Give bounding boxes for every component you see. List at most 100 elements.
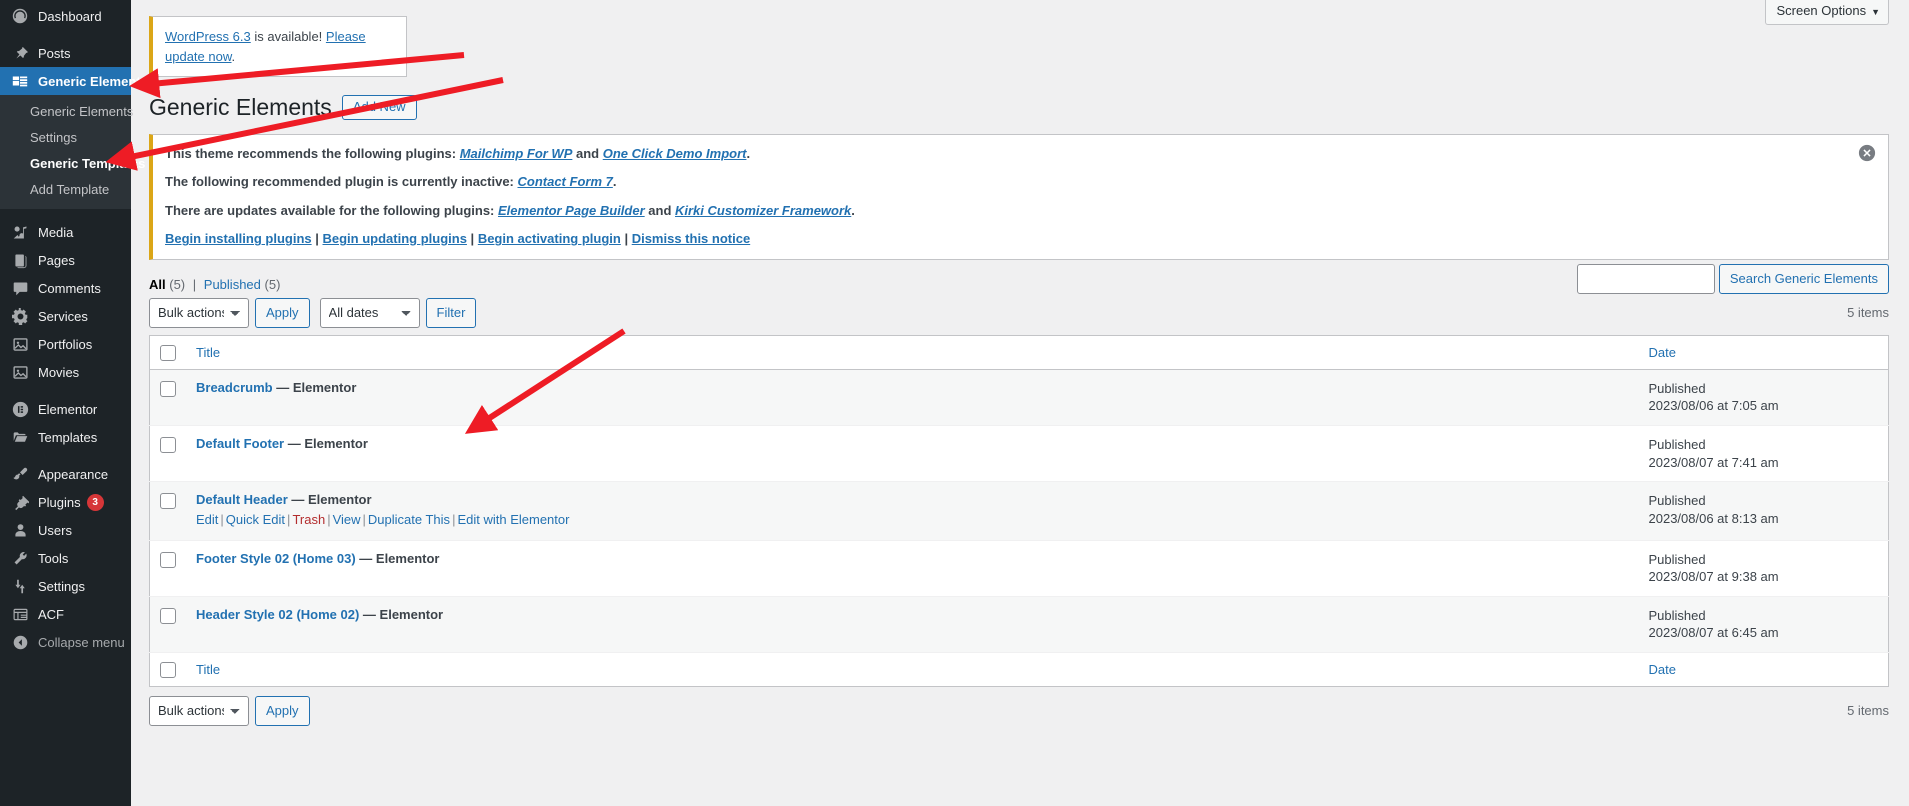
- tgmpa-line3-suffix: .: [851, 202, 855, 218]
- row-action-edit-with-elementor[interactable]: Edit with Elementor: [457, 512, 569, 527]
- row-select-checkbox[interactable]: [160, 436, 176, 453]
- admin-sidebar-menu: Dashboard Posts Generic Elements Generic…: [0, 0, 148, 806]
- update-notice-middle-text: is available!: [250, 29, 326, 44]
- view-published-link[interactable]: Published: [204, 277, 261, 292]
- row-date-cell: Published 2023/08/07 at 9:38 am: [1638, 540, 1889, 597]
- submenu-item-generic-elements[interactable]: Generic Elements: [0, 99, 134, 125]
- select-all-header: [149, 335, 186, 370]
- screen-options-wrap: Screen Options ▼: [1765, 0, 1889, 25]
- sidebar-item-pages[interactable]: Pages: [0, 246, 131, 274]
- gear-icon: [10, 306, 30, 326]
- sidebar-item-users[interactable]: Users: [0, 516, 131, 544]
- search-submit-button[interactable]: Search Generic Elements: [1718, 263, 1889, 294]
- update-notice-trailing: .: [231, 48, 236, 64]
- select-all-checkbox-top[interactable]: [160, 344, 176, 361]
- sidebar-item-templates[interactable]: Templates: [0, 423, 131, 451]
- bulk-actions-select-bottom[interactable]: Bulk actions: [149, 695, 249, 726]
- sidebar-separator: [0, 30, 131, 39]
- row-title-link[interactable]: Breadcrumb: [196, 380, 273, 395]
- row-action-trash[interactable]: Trash: [292, 512, 325, 527]
- sidebar-item-plugins[interactable]: Plugins 3: [0, 488, 131, 516]
- action-separator: |: [311, 231, 323, 247]
- sidebar-item-acf[interactable]: ACF: [0, 600, 131, 628]
- begin-activating-plugin-link[interactable]: Begin activating plugin: [478, 231, 621, 246]
- row-title-link[interactable]: Default Footer: [196, 436, 284, 451]
- sidebar-item-appearance[interactable]: Appearance: [0, 460, 131, 488]
- select-all-checkbox-bottom[interactable]: [160, 661, 176, 678]
- column-header-date-label: Date: [1648, 344, 1676, 360]
- column-footer-title[interactable]: Title: [186, 651, 1639, 687]
- bulk-actions-select-top[interactable]: Bulk actions: [149, 297, 249, 328]
- dismiss-this-notice-link[interactable]: Dismiss this notice: [632, 231, 750, 246]
- row-select-checkbox[interactable]: [160, 551, 176, 568]
- search-input[interactable]: [1576, 263, 1715, 294]
- submenu-label: Generic Elements: [30, 104, 134, 119]
- sidebar-item-media[interactable]: Media: [0, 218, 131, 246]
- submenu-item-settings[interactable]: Settings: [0, 125, 131, 151]
- row-date-status: Published: [1648, 551, 1706, 567]
- row-select-checkbox[interactable]: [160, 493, 176, 510]
- close-icon[interactable]: [1858, 144, 1878, 164]
- dashboard-icon: [10, 6, 30, 26]
- row-date-cell: Published 2023/08/07 at 7:41 am: [1638, 425, 1889, 483]
- row-select-checkbox[interactable]: [160, 607, 176, 624]
- admin-main-content: Screen Options ▼ WordPress 6.3 is availab…: [131, 0, 1909, 806]
- sidebar-item-label: Settings: [38, 578, 85, 594]
- filter-button[interactable]: Filter: [425, 297, 477, 328]
- view-all-link[interactable]: All: [149, 277, 166, 292]
- sidebar-separator: [0, 386, 131, 395]
- row-title-link[interactable]: Footer Style 02 (Home 03): [196, 551, 356, 566]
- row-action-quick-edit[interactable]: Quick Edit: [226, 512, 285, 527]
- sidebar-item-comments[interactable]: Comments: [0, 274, 131, 302]
- sidebar-item-label: Comments: [38, 280, 101, 296]
- sidebar-separator: [0, 209, 131, 218]
- apply-button-bottom[interactable]: Apply: [255, 695, 310, 726]
- sidebar-item-portfolios[interactable]: Portfolios: [0, 330, 131, 358]
- apply-button-top[interactable]: Apply: [255, 297, 310, 328]
- row-checkbox-cell: [149, 481, 186, 541]
- column-footer-date[interactable]: Date: [1638, 651, 1889, 687]
- sidebar-item-movies[interactable]: Movies: [0, 358, 131, 386]
- table-row: Breadcrumb — Elementor Published 2023/08…: [149, 369, 1889, 426]
- row-action-edit[interactable]: Edit: [196, 512, 218, 527]
- elementor-page-builder-link[interactable]: Elementor Page Builder: [498, 203, 645, 218]
- sidebar-item-label: Posts: [38, 45, 71, 61]
- column-header-title[interactable]: Title: [186, 335, 1639, 370]
- sidebar-item-posts[interactable]: Posts: [0, 39, 131, 67]
- row-action-view[interactable]: View: [333, 512, 361, 527]
- screen-options-button[interactable]: Screen Options ▼: [1765, 0, 1889, 25]
- column-header-date[interactable]: Date: [1638, 335, 1889, 370]
- sidebar-item-tools[interactable]: Tools: [0, 544, 131, 572]
- generic-elements-submenu: Generic Elements Settings Generic Templa…: [0, 95, 145, 209]
- sidebar-item-services[interactable]: Services: [0, 302, 131, 330]
- submenu-item-generic-templates[interactable]: Generic Templates: [0, 151, 145, 177]
- screen-options-label: Screen Options: [1776, 3, 1867, 18]
- tgmpa-line1-mid: and: [572, 145, 603, 161]
- add-new-button[interactable]: Add New: [341, 95, 417, 121]
- sidebar-item-generic-elements[interactable]: Generic Elements: [0, 67, 148, 95]
- begin-updating-plugins-link[interactable]: Begin updating plugins: [323, 231, 467, 246]
- row-post-state: — Elementor: [287, 435, 368, 451]
- collapse-menu-button[interactable]: Collapse menu: [0, 628, 131, 656]
- comments-icon: [10, 278, 30, 298]
- row-title-link[interactable]: Default Header: [196, 492, 288, 507]
- tgmpa-line3-prefix: There are updates available for the foll…: [165, 202, 498, 218]
- sidebar-item-elementor[interactable]: Elementor: [0, 395, 131, 423]
- row-title-link[interactable]: Header Style 02 (Home 02): [196, 607, 359, 622]
- sidebar-item-dashboard[interactable]: Dashboard: [0, 2, 131, 30]
- date-filter-select[interactable]: All dates: [319, 297, 420, 328]
- submenu-item-add-template[interactable]: Add Template: [0, 177, 131, 203]
- kirki-customizer-framework-link[interactable]: Kirki Customizer Framework: [675, 203, 851, 218]
- sidebar-item-settings[interactable]: Settings: [0, 572, 131, 600]
- begin-installing-plugins-link[interactable]: Begin installing plugins: [165, 231, 312, 246]
- plugins-update-badge: 3: [86, 493, 104, 511]
- tgmpa-line-2: The following recommended plugin is curr…: [165, 172, 1876, 192]
- mailchimp-for-wp-link[interactable]: Mailchimp For WP: [460, 146, 573, 161]
- submenu-label: Settings: [30, 130, 77, 145]
- select-all-footer: [149, 651, 186, 687]
- contact-form-7-link[interactable]: Contact Form 7: [518, 174, 613, 189]
- row-action-duplicate-this[interactable]: Duplicate This: [368, 512, 450, 527]
- row-select-checkbox[interactable]: [160, 380, 176, 397]
- one-click-demo-import-link[interactable]: One Click Demo Import: [603, 146, 747, 161]
- wordpress-version-link[interactable]: WordPress 6.3: [165, 29, 251, 44]
